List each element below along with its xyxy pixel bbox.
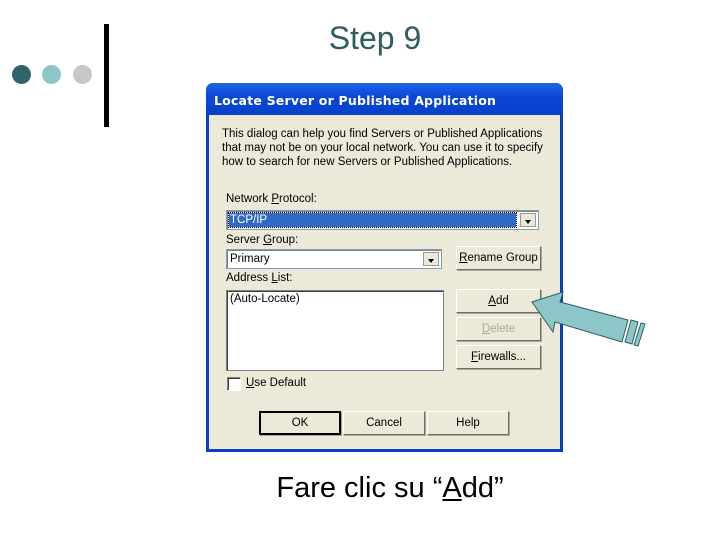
address-list-item[interactable]: (Auto-Locate) xyxy=(230,293,300,305)
server-group-select[interactable]: Primary xyxy=(226,249,442,269)
dialog-client-area: This dialog can help you find Servers or… xyxy=(209,115,560,449)
slide-caption: Fare clic su “Add” xyxy=(276,472,504,504)
network-protocol-select[interactable]: TCP/IP xyxy=(226,210,539,230)
dialog-titlebar[interactable]: Locate Server or Published Application xyxy=(206,83,563,115)
slide-title: Step 9 xyxy=(328,20,422,56)
rename-group-button[interactable]: Rename Group xyxy=(456,246,541,270)
bullet-dot-gray xyxy=(73,65,92,84)
use-default-checkbox[interactable] xyxy=(227,377,241,391)
address-list-label: Address List: xyxy=(226,272,293,284)
help-button[interactable]: Help xyxy=(427,411,509,435)
bullet-dot-teal xyxy=(42,65,61,84)
address-list[interactable]: (Auto-Locate) xyxy=(226,290,444,371)
network-protocol-label: Network Protocol: xyxy=(226,193,317,205)
bullet-dot-dark xyxy=(12,65,31,84)
title-divider xyxy=(104,24,109,127)
server-group-value: Primary xyxy=(230,253,270,265)
cancel-button[interactable]: Cancel xyxy=(343,411,425,435)
use-default-label[interactable]: Use Default xyxy=(246,377,306,389)
pointer-arrow-icon xyxy=(531,291,646,347)
locate-server-dialog: Locate Server or Published Application T… xyxy=(206,83,563,452)
dialog-title: Locate Server or Published Application xyxy=(214,93,497,108)
dialog-description: This dialog can help you find Servers or… xyxy=(222,128,543,168)
network-protocol-value: TCP/IP xyxy=(228,212,517,228)
server-group-label: Server Group: xyxy=(226,234,299,246)
ok-button[interactable]: OK xyxy=(259,411,341,435)
chevron-down-icon[interactable] xyxy=(423,252,439,266)
chevron-down-icon[interactable] xyxy=(520,213,536,227)
arrow-body xyxy=(531,291,629,343)
